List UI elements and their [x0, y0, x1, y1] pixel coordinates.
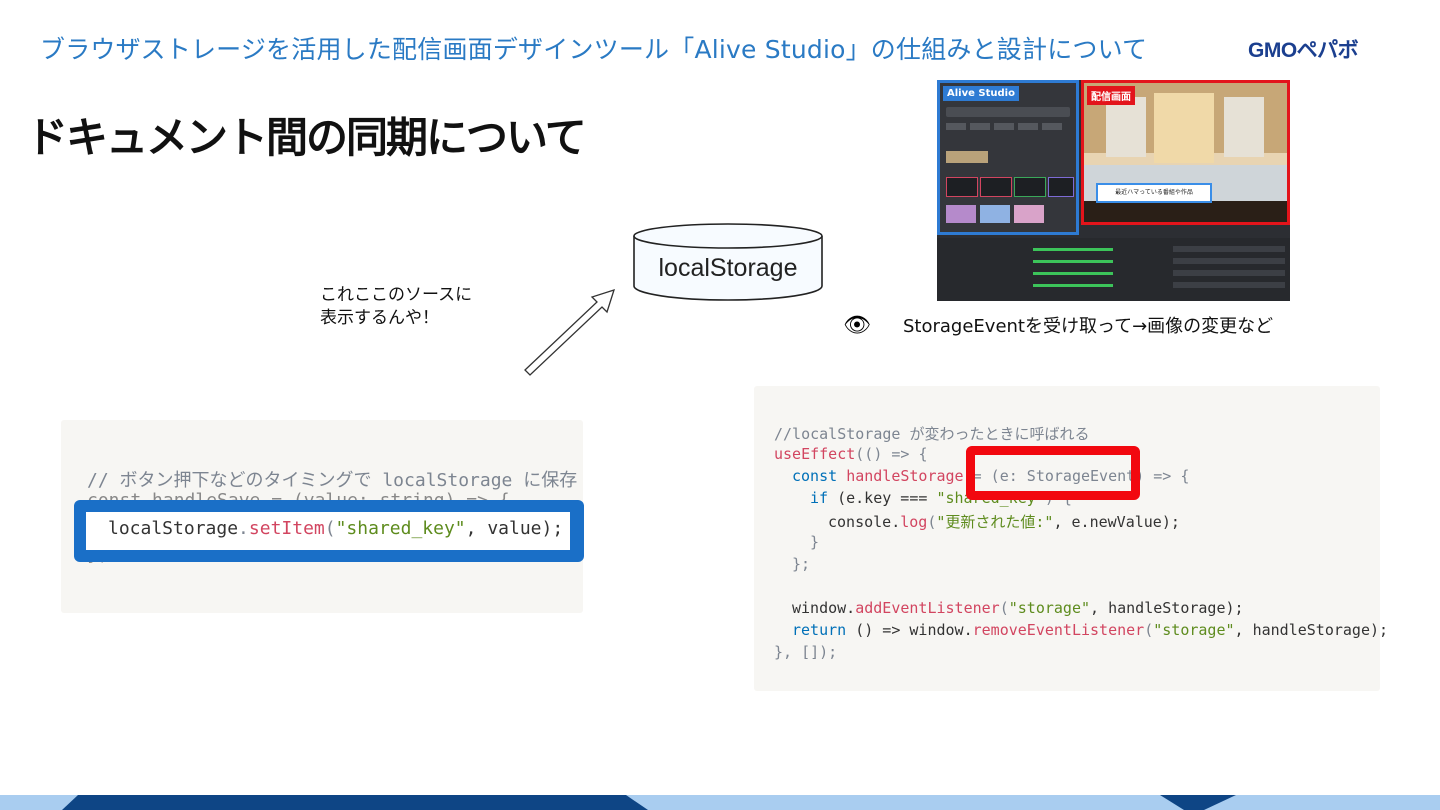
code-token: (() => { — [855, 445, 928, 463]
highlight-red — [966, 446, 1140, 500]
code-comment: //localStorage が変わったときに呼ばれる — [774, 425, 1090, 443]
code-token: localStorage — [108, 518, 239, 539]
speech-line-2: 表示するんや！ — [320, 308, 439, 328]
code-block-listener: //localStorage が変わったときに呼ばれる useEffect(()… — [754, 386, 1388, 691]
code-token: removeEventListener — [972, 621, 1145, 639]
code-line: return () => window.removeEventListener(… — [792, 621, 1388, 639]
up-right-arrow-icon — [524, 288, 616, 376]
code-comment: // ボタン押下などのタイミングで localStorage に保存 — [87, 470, 578, 491]
storage-event-note: StorageEventを受け取って→画像の変更など — [903, 316, 1274, 337]
code-token: useEffect — [774, 445, 856, 463]
setitem-call: localStorage.setItem("shared_key", value… — [108, 518, 563, 539]
code-token: () => window. — [846, 621, 973, 639]
code-token: window. — [792, 599, 856, 617]
storage-label: localStorage — [658, 254, 798, 282]
code-token: , e.newValue); — [1053, 513, 1180, 531]
code-token: , handleStorage); — [1090, 599, 1244, 617]
code-token: handleStorage — [846, 467, 964, 485]
code-token: , value); — [465, 518, 564, 539]
code-token: if — [810, 489, 829, 507]
code-token: "storage" — [1008, 599, 1091, 617]
code-token: ( — [999, 599, 1009, 617]
code-token: ( — [324, 518, 336, 539]
footer-band — [0, 795, 1440, 810]
code-line: } — [810, 533, 820, 551]
code-token: return — [792, 621, 847, 639]
code-line: }, []); — [774, 643, 838, 661]
stream-preview: 最近ハマっている番組や作品 配信画面 — [1081, 80, 1290, 225]
stream-badge: 配信画面 — [1087, 86, 1135, 105]
code-line: window.addEventListener("storage", handl… — [792, 599, 1244, 617]
code-token: setItem — [248, 518, 325, 539]
code-token: (e.key === — [828, 489, 937, 507]
alive-studio-badge: Alive Studio — [943, 86, 1019, 101]
speech-line-1: これここのソースに — [320, 285, 473, 305]
code-token: addEventListener — [855, 599, 1000, 617]
preview-caption: 最近ハマっている番組や作品 — [1096, 183, 1212, 203]
mixer-panel — [937, 238, 1290, 301]
code-token: "更新された値:" — [936, 513, 1054, 531]
speech-note: これここのソースに 表示するんや！ — [320, 284, 472, 330]
editor-panel: Alive Studio — [937, 80, 1079, 235]
highlight-blue-inner: localStorage.setItem("shared_key", value… — [86, 512, 570, 550]
code-line: console.log("更新された値:", e.newValue); — [828, 511, 1180, 532]
code-line: }; — [792, 555, 811, 573]
code-token: ( — [1144, 621, 1154, 639]
code-token: , handleStorage); — [1234, 621, 1389, 639]
eye-icon: 👁 — [843, 313, 871, 338]
code-token: const — [792, 467, 838, 485]
alive-studio-screenshot: Alive Studio 最近ハマっている番組や作品 配信画面 — [937, 80, 1290, 301]
slide-title: ブラウザストレージを活用した配信画面デザインツール「Alive Studio」の… — [40, 35, 1148, 64]
code-token: console. — [828, 513, 901, 531]
code-token: "shared_key" — [335, 518, 466, 539]
code-token: "storage" — [1153, 621, 1235, 639]
brand-logo: GMOペパボ — [1248, 39, 1359, 62]
code-token: . — [238, 518, 249, 539]
section-heading: ドキュメント間の同期について — [26, 113, 587, 162]
code-line: useEffect(() => { — [774, 445, 928, 463]
code-token: log — [900, 513, 928, 531]
